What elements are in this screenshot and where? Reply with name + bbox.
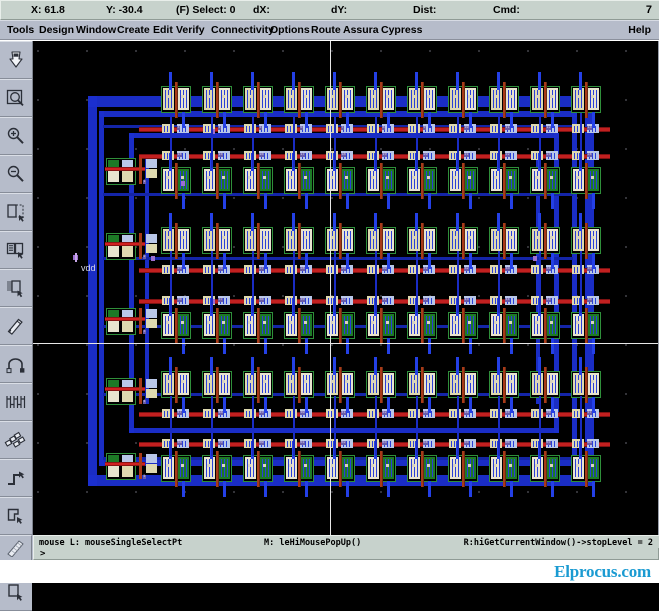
stretch-icon[interactable] [0,193,32,231]
menu-create[interactable]: Create [117,24,150,36]
virtuoso-window: X: 61.8 Y: -30.4 (F) Select: 0 dX: dY: D… [0,0,659,611]
site-watermark: Elprocus.com [554,562,651,581]
delete-icon[interactable] [0,307,32,345]
save-design-icon[interactable] [0,41,32,79]
instance-icon[interactable] [0,421,32,459]
hierarchy-level-readout: 7 [645,4,652,16]
menu-help[interactable]: Help [628,24,651,36]
prompt-area: mouse L: mouseSingleSelectPt M: leHiMous… [0,535,659,560]
ruler-icon[interactable] [0,383,32,421]
command-prompt-caret: > [40,549,46,559]
mouse-right-binding: R:hiGetCurrentWindow()->stopLevel = 2 [463,538,653,548]
undo-icon[interactable] [0,345,32,383]
mouse-middle-binding: M: leHiMousePopUp() [264,538,362,548]
selection-count: (F) Select: 0 [176,4,236,16]
left-tool-palette: [abcd] [0,41,33,611]
mouse-left-binding: mouse L: mouseSingleSelectPt [39,538,183,548]
menu-design[interactable]: Design [39,24,74,36]
coordinate-status-bar: X: 61.8 Y: -30.4 (F) Select: 0 dX: dY: D… [0,0,659,20]
move-icon[interactable] [0,269,32,307]
menu-route[interactable]: Route [311,24,341,36]
menu-tools[interactable]: Tools [7,24,34,36]
command-readout: Cmd: [493,4,520,16]
vdd-net-label: vdd [81,263,96,273]
main-menu-bar: Tools Design Window Create Edit Verify C… [0,20,659,40]
menu-connectivity[interactable]: Connectivity [211,24,274,36]
menu-assura[interactable]: Assura [343,24,379,36]
zoom-fit-icon[interactable] [0,79,32,117]
menu-options[interactable]: Options [270,24,310,36]
copy-icon[interactable] [0,231,32,269]
menu-verify[interactable]: Verify [176,24,205,36]
menu-edit[interactable]: Edit [153,24,173,36]
command-input-line[interactable]: > [33,548,659,560]
layout-canvas-viewport[interactable]: 3 4 5 6 7 8 9 10 11 12 13 14 15 16 17 18 19 20 21 22 23 24 25 2… [33,41,659,535]
page-footer: Elprocus.com [0,560,659,583]
path-icon[interactable] [0,459,32,497]
menu-window[interactable]: Window [76,24,116,36]
zoom-in-icon[interactable] [0,117,32,155]
mouse-bindings-bar: mouse L: mouseSingleSelectPt M: leHiMous… [33,535,659,548]
measure-ruler-icon[interactable] [0,535,32,560]
cursor-x-readout: X: 61.8 [31,4,65,16]
polygon-icon[interactable] [0,497,32,535]
layout-canvas[interactable]: 3 4 5 6 7 8 9 10 11 12 13 14 15 16 17 18 19 20 21 22 23 24 25 2… [33,41,658,535]
delta-x-readout: dX: [253,4,270,16]
zoom-out-icon[interactable] [0,155,32,193]
menu-cypress[interactable]: Cypress [381,24,422,36]
delta-y-readout: dY: [331,4,348,16]
cursor-y-readout: Y: -30.4 [106,4,143,16]
distance-readout: Dist: [413,4,437,16]
